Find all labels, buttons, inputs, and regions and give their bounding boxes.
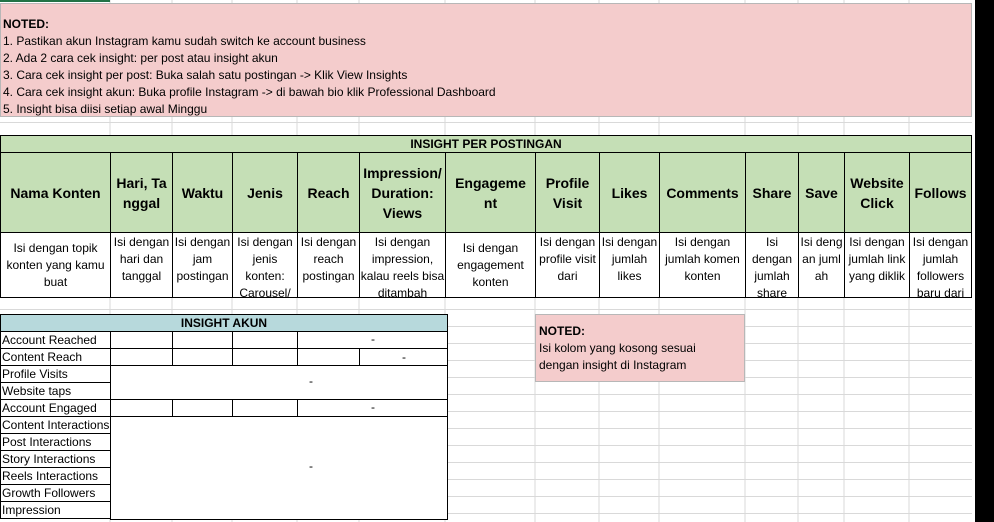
akun-cell[interactable] — [172, 348, 233, 366]
cell-likes[interactable]: Isi dengan jumlah likes — [599, 232, 660, 298]
cell-share[interactable]: Isi dengan jumlah share — [745, 232, 799, 298]
header-share[interactable]: Share — [745, 152, 799, 233]
header-impression[interactable]: Impression/ Duration: Views — [359, 152, 446, 233]
akun-cell[interactable] — [232, 348, 298, 366]
cell-profile-visit[interactable]: Isi dengan profile visit dari — [535, 232, 600, 298]
akun-cell[interactable] — [172, 399, 233, 417]
akun-row-label[interactable]: Content Interactions — [0, 417, 111, 434]
akun-cell-merged[interactable]: - — [110, 365, 448, 400]
akun-row-label[interactable]: Account Engaged — [0, 400, 111, 417]
akun-row-label[interactable]: Growth Followers — [0, 485, 111, 502]
header-website-click[interactable]: Website Click — [844, 152, 910, 233]
akun-row-label[interactable]: Impression — [0, 502, 111, 519]
header-follows[interactable]: Follows — [909, 152, 972, 233]
cell-reach[interactable]: Isi dengan reach postingan — [297, 232, 360, 298]
cell-engagement[interactable]: Isi dengan engagement konten — [445, 232, 536, 298]
notes-panel: NOTED: 1. Pastikan akun Instagram kamu s… — [0, 3, 972, 117]
cell-jenis[interactable]: Isi dengan jenis konten: Carousel/ — [232, 232, 298, 298]
cell-follows[interactable]: Isi dengan jumlah followers baru dari — [909, 232, 972, 298]
notes-line: Isi kolom yang kosong sesuai — [539, 341, 696, 355]
akun-cell[interactable] — [110, 348, 173, 366]
akun-value: - — [309, 374, 313, 388]
notes-line: 2. Ada 2 cara cek insight: per post atau… — [3, 51, 278, 65]
akun-cell[interactable] — [172, 331, 233, 349]
header-nama-konten[interactable]: Nama Konten — [0, 152, 111, 233]
akun-cell-merged[interactable]: - — [110, 416, 448, 520]
cell-impression[interactable]: Isi dengan impression, kalau reels bisa … — [359, 232, 446, 298]
akun-row-label[interactable]: Account Reached — [0, 332, 111, 349]
insight-per-postingan-table: Nama Konten Hari, Tanggal Waktu Jenis Re… — [0, 152, 972, 298]
akun-cell[interactable] — [232, 331, 298, 349]
header-waktu[interactable]: Waktu — [172, 152, 233, 233]
notes-line: 3. Cara cek insight per post: Buka salah… — [3, 68, 408, 82]
notes-title: NOTED: — [539, 324, 585, 338]
cell-website-click[interactable]: Isi dengan jumlah link yang diklik — [844, 232, 910, 298]
akun-row-label[interactable]: Website taps — [0, 383, 111, 400]
akun-value: - — [402, 350, 406, 364]
window-edge — [972, 0, 994, 522]
header-hari-tanggal[interactable]: Hari, Tanggal — [110, 152, 173, 233]
akun-value: - — [309, 459, 313, 473]
akun-cell-merged[interactable]: - — [297, 331, 448, 349]
header-jenis[interactable]: Jenis — [232, 152, 298, 233]
header-likes[interactable]: Likes — [599, 152, 660, 233]
header-profile-visit[interactable]: Profile Visit — [535, 152, 600, 233]
header-comments[interactable]: Comments — [659, 152, 746, 233]
akun-cell-merged[interactable]: - — [297, 399, 448, 417]
insight-per-postingan-title[interactable]: INSIGHT PER POSTINGAN — [0, 135, 972, 153]
header-save[interactable]: Save — [798, 152, 845, 233]
cell-waktu[interactable]: Isi dengan jam postingan — [172, 232, 233, 298]
akun-cell[interactable] — [110, 331, 173, 349]
cell-hari-tanggal[interactable]: Isi dengan hari dan tanggal — [110, 232, 173, 298]
notes-panel-secondary: NOTED: Isi kolom yang kosong sesuai deng… — [535, 314, 745, 382]
notes-line: dengan insight di Instagram — [539, 358, 687, 372]
akun-value: - — [371, 332, 375, 346]
insight-akun-title[interactable]: INSIGHT AKUN — [0, 314, 448, 332]
akun-row-label[interactable]: Reels Interactions — [0, 468, 111, 485]
akun-value: - — [371, 400, 375, 414]
akun-row-label[interactable]: Post Interactions — [0, 434, 111, 451]
akun-cell[interactable] — [232, 399, 298, 417]
akun-row-label[interactable]: Profile Visits — [0, 366, 111, 383]
header-reach[interactable]: Reach — [297, 152, 360, 233]
akun-row-label[interactable]: Story Interactions — [0, 451, 111, 468]
notes-title: NOTED: — [3, 17, 49, 31]
cell-nama-konten[interactable]: Isi dengan topik konten yang kamu buat — [0, 232, 111, 298]
akun-cell[interactable] — [297, 348, 360, 366]
akun-row-label[interactable]: Content Reach — [0, 349, 111, 366]
notes-line: 4. Cara cek insight akun: Buka profile I… — [3, 85, 496, 99]
cell-comments[interactable]: Isi dengan jumlah komen konten — [659, 232, 746, 298]
header-engagement[interactable]: Engagement — [445, 152, 536, 233]
akun-cell[interactable]: - — [359, 348, 448, 366]
notes-line: 1. Pastikan akun Instagram kamu sudah sw… — [3, 34, 366, 48]
cell-save[interactable]: Isi dengan jumlah — [798, 232, 845, 298]
akun-cell[interactable] — [110, 399, 173, 417]
notes-line: 5. Insight bisa diisi setiap awal Minggu — [3, 102, 208, 116]
